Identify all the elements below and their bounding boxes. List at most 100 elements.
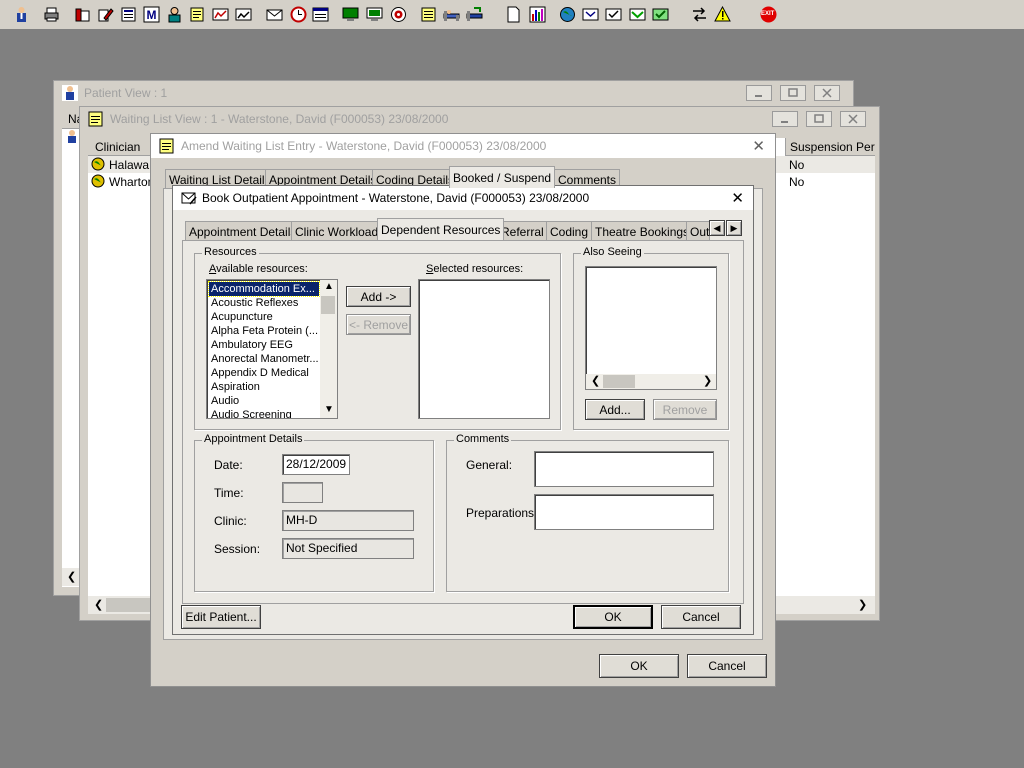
scroll-right-icon[interactable]: ❯ [858, 598, 867, 611]
minimize-button[interactable] [772, 111, 798, 127]
scroll-up-icon[interactable]: ▲ [324, 281, 334, 292]
inbox-check-icon[interactable] [603, 4, 623, 24]
scroll-left-icon[interactable]: ❮ [591, 374, 600, 387]
general-comments-field[interactable] [534, 451, 714, 487]
remove-resource-button[interactable]: <- Remove [346, 314, 411, 335]
ok-button[interactable]: OK [573, 605, 653, 629]
add-resource-button[interactable]: Add -> [346, 286, 411, 307]
exit-icon[interactable]: EXIT [758, 4, 778, 24]
list-item[interactable]: Audio Screening [209, 408, 319, 418]
scroll-thumb[interactable] [321, 296, 335, 314]
document-list-icon[interactable] [118, 4, 138, 24]
close-button[interactable] [840, 111, 866, 127]
tab-clinic-workload[interactable]: Clinic Workload [291, 221, 383, 241]
session-field[interactable]: Not Specified [282, 538, 414, 559]
monitor-edit-icon[interactable] [364, 4, 384, 24]
waiting-list-titlebar[interactable]: Waiting List View : 1 - Waterstone, Davi… [80, 107, 879, 131]
maximize-button[interactable] [780, 85, 806, 101]
list-item[interactable]: Ambulatory EEG [209, 338, 319, 352]
time-field[interactable] [282, 482, 323, 503]
minimize-button[interactable] [746, 85, 772, 101]
ok-button[interactable]: OK [599, 654, 679, 678]
appointment-details-caption: Appointment Details [202, 433, 305, 445]
list-item[interactable]: Anorectal Manometr... [209, 352, 319, 366]
tab-coding[interactable]: Coding [546, 221, 593, 241]
tab-scroll-left-icon[interactable]: ◀ [709, 220, 725, 236]
clinic-field[interactable]: MH-D [282, 510, 414, 531]
globe-icon[interactable] [557, 4, 577, 24]
note-icon[interactable] [418, 4, 438, 24]
maximize-button[interactable] [806, 111, 832, 127]
list-item[interactable]: Acupuncture [209, 310, 319, 324]
column-header-clinician[interactable]: Clinician [88, 138, 152, 156]
notepad-icon[interactable] [187, 4, 207, 24]
tab-appointment-details[interactable]: Appointment Details [185, 221, 301, 241]
window-icon[interactable] [310, 4, 330, 24]
chart-edit-icon[interactable] [233, 4, 253, 24]
comments-caption: Comments [454, 433, 512, 445]
patient-icon [62, 85, 78, 101]
blank-page-icon[interactable] [503, 4, 523, 24]
available-resources-list[interactable]: Accommodation Ex... Acoustic Reflexes Acup… [206, 279, 338, 419]
preparations-field[interactable] [534, 494, 714, 530]
suspension-cell: No [789, 175, 805, 189]
book-titlebar[interactable]: Book Outpatient Appointment - Waterstone… [173, 186, 753, 210]
edit-patient-button[interactable]: Edit Patient... [181, 605, 261, 629]
scroll-thumb[interactable] [106, 598, 156, 612]
inbox-green-icon[interactable] [627, 4, 647, 24]
list-item[interactable]: Alpha Feta Protein (... [209, 324, 319, 338]
tab-dependent-resources[interactable]: Dependent Resources [377, 218, 505, 240]
patient-view-titlebar[interactable]: Patient View : 1 [54, 81, 853, 105]
envelope-icon[interactable] [264, 4, 284, 24]
session-label: Session: [214, 542, 261, 556]
close-button[interactable] [814, 85, 840, 101]
inbox-icon[interactable] [580, 4, 600, 24]
books-icon[interactable] [72, 4, 92, 24]
vertical-scrollbar[interactable]: ▲ ▼ [320, 280, 337, 418]
date-field[interactable]: 28/12/2009 [282, 454, 350, 475]
list-item[interactable]: Accommodation Ex... [208, 281, 320, 297]
scroll-right-icon[interactable]: ❯ [703, 374, 712, 387]
inbox-green-check-icon[interactable] [650, 4, 670, 24]
close-icon[interactable]: ✕ [731, 189, 744, 207]
horizontal-scrollbar[interactable]: ❮ ❯ [586, 374, 716, 389]
person-icon[interactable] [164, 4, 184, 24]
tab-theatre-bookings[interactable]: Theatre Bookings [591, 221, 694, 241]
tab-out[interactable]: Out [686, 221, 710, 241]
tab-booked-suspend[interactable]: Booked / Suspend [449, 166, 556, 188]
notepad-icon [88, 111, 103, 127]
tab-scroll-right-icon[interactable]: ▶ [726, 220, 742, 236]
target-icon[interactable] [388, 4, 408, 24]
bar-chart-icon[interactable] [527, 4, 547, 24]
warning-icon[interactable] [712, 4, 732, 24]
bed-transfer-icon[interactable] [464, 4, 484, 24]
swap-arrows-icon[interactable] [689, 4, 709, 24]
bed-icon[interactable] [441, 4, 461, 24]
scroll-left-icon[interactable]: ❮ [67, 570, 76, 583]
list-item[interactable]: Appendix D Medical [209, 366, 319, 380]
letter-m-icon[interactable]: M [141, 4, 161, 24]
scroll-down-icon[interactable]: ▼ [324, 404, 334, 415]
selected-resources-list[interactable] [418, 279, 550, 419]
amend-titlebar[interactable]: Amend Waiting List Entry - Waterstone, D… [151, 134, 775, 158]
patient-icon[interactable] [11, 4, 31, 24]
list-item[interactable]: Audio [209, 394, 319, 408]
clock-icon[interactable] [288, 4, 308, 24]
scroll-thumb[interactable] [603, 375, 635, 388]
cancel-button[interactable]: Cancel [661, 605, 741, 629]
tab-referral[interactable]: Referral [497, 221, 548, 241]
print-icon[interactable] [41, 4, 61, 24]
monitor-icon[interactable] [340, 4, 360, 24]
column-header-suspension[interactable]: Suspension Per... [785, 138, 875, 156]
scroll-left-icon[interactable]: ❮ [94, 598, 103, 611]
list-item[interactable]: Acoustic Reflexes [209, 296, 319, 310]
books-edit-icon[interactable] [95, 4, 115, 24]
list-item[interactable]: Aspiration [209, 380, 319, 394]
book-outpatient-dialog[interactable]: Book Outpatient Appointment - Waterstone… [172, 185, 754, 635]
also-seeing-add-button[interactable]: Add... [585, 399, 645, 420]
cancel-button[interactable]: Cancel [687, 654, 767, 678]
chart-icon[interactable] [210, 4, 230, 24]
also-seeing-list[interactable]: ❮ ❯ [585, 266, 717, 390]
also-seeing-remove-button[interactable]: Remove [653, 399, 717, 420]
close-icon[interactable]: ✕ [752, 137, 765, 155]
